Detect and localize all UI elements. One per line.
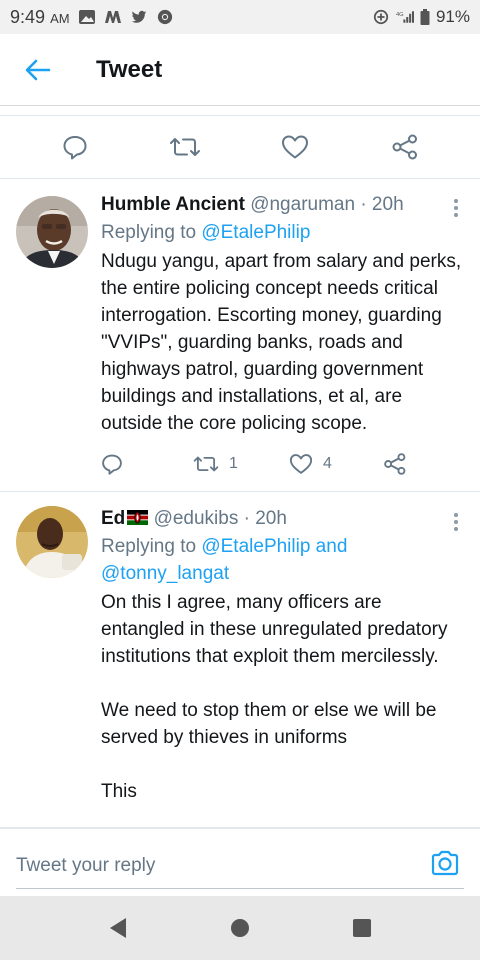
status-bar: 9:49 AM 4G 91% xyxy=(0,0,480,34)
nav-recents-icon xyxy=(353,919,371,937)
timestamp: · 20h xyxy=(360,194,404,215)
user-handle[interactable]: @edukibs xyxy=(154,508,239,529)
tweet-text: On this I agree, many officers are entan… xyxy=(101,592,448,802)
reply-header: Humble Ancient @ngaruman · 20h xyxy=(101,192,464,218)
retweet-button[interactable] xyxy=(165,127,205,167)
like-icon xyxy=(289,454,313,474)
avatar[interactable] xyxy=(16,506,88,578)
nav-home-icon xyxy=(231,919,249,937)
user-handle[interactable]: @ngaruman xyxy=(250,194,355,215)
retweet-icon xyxy=(193,456,219,472)
share-icon xyxy=(392,134,417,160)
display-name[interactable]: Humble Ancient xyxy=(101,194,245,215)
nav-recents-button[interactable] xyxy=(350,916,374,940)
nav-home-button[interactable] xyxy=(228,916,252,940)
chrome-notification-icon xyxy=(157,9,172,25)
user-avatar-image xyxy=(16,506,88,578)
reply-compose-bar xyxy=(0,828,480,896)
camera-button[interactable] xyxy=(430,849,464,879)
reply-tweet[interactable]: Ed @edukibs · 20h Replying to @EtalePhil… xyxy=(0,492,480,828)
like-icon xyxy=(282,135,308,159)
news-notification-icon xyxy=(104,11,121,23)
camera-icon xyxy=(431,850,459,876)
tweet-text: Ndugu yangu, apart from salary and perks… xyxy=(101,251,462,434)
reply-content: Humble Ancient @ngaruman · 20h Replying … xyxy=(101,192,464,437)
reply-header: Ed @edukibs · 20h xyxy=(101,506,464,532)
svg-text:4G: 4G xyxy=(396,12,404,18)
reply-content: Ed @edukibs · 20h Replying to @EtalePhil… xyxy=(101,506,464,805)
signal-icon: 4G xyxy=(396,11,414,23)
mention-link[interactable]: @EtalePhilip xyxy=(201,222,310,243)
like-button[interactable]: 4 xyxy=(289,453,383,475)
status-time: 9:49 AM xyxy=(10,6,70,27)
share-button[interactable] xyxy=(385,127,425,167)
like-button[interactable] xyxy=(275,127,315,167)
user-avatar-image xyxy=(16,196,88,268)
kenya-flag-icon xyxy=(127,510,149,525)
share-button[interactable] xyxy=(383,452,407,476)
retweet-icon xyxy=(170,138,200,156)
twitter-notification-icon xyxy=(131,10,146,23)
replying-to: Replying to @EtalePhilip xyxy=(101,222,311,243)
display-name[interactable]: Ed xyxy=(101,508,125,529)
reply-icon xyxy=(102,454,122,475)
nav-back-button[interactable] xyxy=(106,916,130,940)
battery-icon xyxy=(420,9,430,25)
nav-back-icon xyxy=(110,918,126,938)
data-saver-icon xyxy=(373,9,389,25)
back-arrow-icon xyxy=(25,59,51,80)
reply-input[interactable] xyxy=(16,843,464,889)
back-button[interactable] xyxy=(8,34,68,106)
page-title: Tweet xyxy=(96,55,163,83)
like-count: 4 xyxy=(323,455,332,472)
app-header: Tweet xyxy=(0,34,480,106)
retweet-count: 1 xyxy=(229,455,238,472)
system-nav-bar xyxy=(0,896,480,960)
retweet-button[interactable]: 1 xyxy=(193,453,289,475)
reply-icon xyxy=(63,136,87,160)
battery-percent: 91% xyxy=(435,7,470,26)
reply-button[interactable] xyxy=(55,127,95,167)
timestamp: · 20h xyxy=(243,508,287,529)
reply-button[interactable] xyxy=(101,453,193,475)
share-icon xyxy=(384,453,406,475)
replying-to: Replying to @EtalePhilip and @tonny_lang… xyxy=(101,536,348,584)
reply-tweet[interactable]: Humble Ancient @ngaruman · 20h Replying … xyxy=(0,180,480,492)
avatar[interactable] xyxy=(16,196,88,268)
main-tweet-actions xyxy=(0,115,480,179)
photo-notification-icon xyxy=(78,10,95,24)
reply-actions: 1 4 xyxy=(101,450,421,478)
